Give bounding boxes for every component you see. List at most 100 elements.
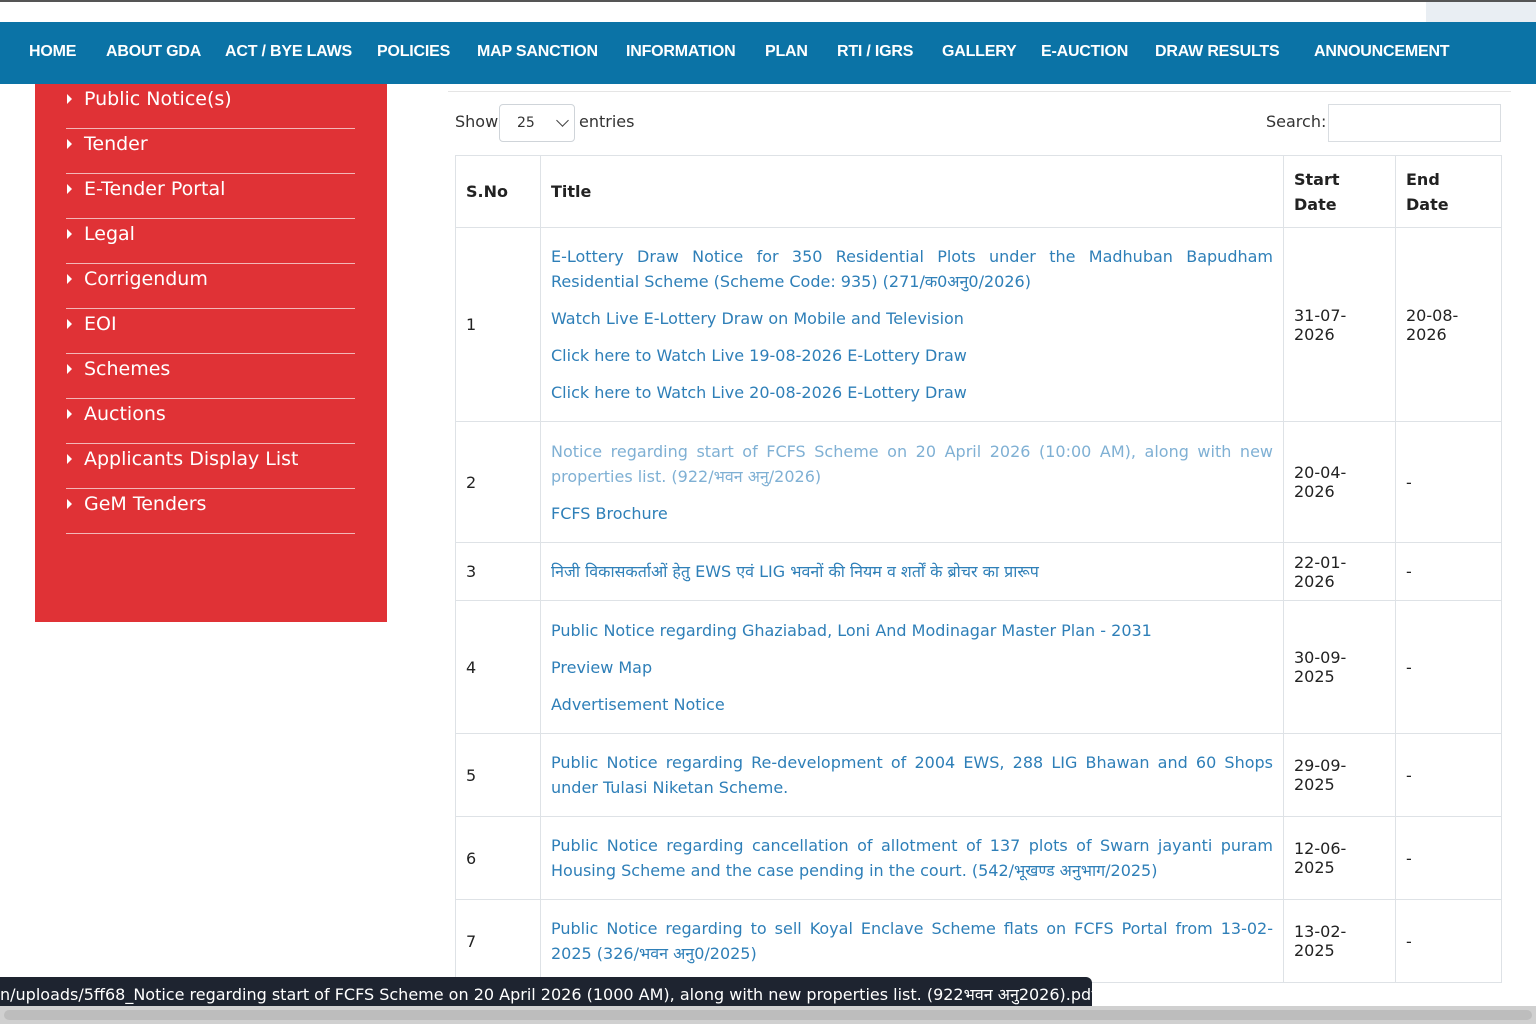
sidebar-item-label: Schemes: [84, 358, 171, 380]
start-date-cell: 12-06-2025: [1283, 816, 1396, 900]
notice-link[interactable]: Public Notice regarding cancellation of …: [551, 833, 1273, 883]
notice-link[interactable]: Watch Live E-Lottery Draw on Mobile and …: [551, 306, 1273, 331]
entries-value: 25: [517, 115, 535, 131]
end-date-cell: -: [1395, 542, 1502, 601]
sidebar-item-tender[interactable]: Tender: [66, 129, 355, 174]
caret-right-icon: [67, 184, 72, 194]
nav-home[interactable]: HOME: [29, 43, 76, 61]
search-input[interactable]: [1328, 104, 1501, 142]
sidebar-item-label: Legal: [84, 223, 135, 245]
sidebar-item-gem-tenders[interactable]: GeM Tenders: [66, 489, 355, 534]
sidebar-item-public-notices[interactable]: Public Notice(s): [66, 84, 355, 129]
end-date-cell: -: [1395, 816, 1502, 900]
end-date-cell: 20-08-2026: [1395, 227, 1502, 422]
nav-map-sanction[interactable]: MAP SANCTION: [477, 43, 598, 61]
sidebar-item-corrigendum[interactable]: Corrigendum: [66, 264, 355, 309]
title-cell: Public Notice regarding Ghaziabad, Loni …: [540, 600, 1284, 734]
table-row: 3 निजी विकासकर्ताओं हेतु EWS एवं LIG भवन…: [455, 542, 1502, 601]
notice-link[interactable]: Advertisement Notice: [551, 692, 1273, 717]
search-label: Search:: [1266, 112, 1327, 131]
nav-rti-igrs[interactable]: RTI / IGRS: [837, 43, 913, 61]
title-cell: Notice regarding start of FCFS Scheme on…: [540, 421, 1284, 543]
table-row: 6 Public Notice regarding cancellation o…: [455, 816, 1502, 900]
header-label: Start: [1294, 169, 1340, 189]
sidebar-item-label: Tender: [84, 133, 148, 155]
nav-announcement[interactable]: ANNOUNCEMENT: [1314, 43, 1450, 61]
sidebar-item-label: Corrigendum: [84, 268, 208, 290]
notice-link[interactable]: निजी विकासकर्ताओं हेतु EWS एवं LIG भवनों…: [551, 559, 1273, 584]
link-status-bar: n/uploads/5ff68_Notice regarding start o…: [0, 977, 1092, 1007]
sidebar: Public Notice(s) Tender E-Tender Portal …: [35, 84, 387, 622]
header-label: End: [1406, 169, 1440, 189]
title-cell: E-Lottery Draw Notice for 350 Residentia…: [540, 227, 1284, 422]
sidebar-item-e-tender-portal[interactable]: E-Tender Portal: [66, 174, 355, 219]
notice-link[interactable]: E-Lottery Draw Notice for 350 Residentia…: [551, 244, 1273, 294]
table-row: 1 E-Lottery Draw Notice for 350 Resident…: [455, 227, 1502, 422]
notice-link[interactable]: Preview Map: [551, 655, 1273, 680]
caret-right-icon: [67, 319, 72, 329]
sidebar-item-legal[interactable]: Legal: [66, 219, 355, 264]
content-divider: [448, 91, 1511, 92]
notice-link[interactable]: FCFS Brochure: [551, 501, 1273, 526]
col-header-sno[interactable]: S.No: [455, 155, 541, 228]
caret-right-icon: [67, 499, 72, 509]
horizontal-scrollbar[interactable]: [0, 1006, 1536, 1024]
sidebar-item-label: Public Notice(s): [84, 88, 232, 110]
col-header-start-date[interactable]: Start Date: [1283, 155, 1396, 228]
sidebar-item-label: E-Tender Portal: [84, 178, 226, 200]
nav-policies[interactable]: POLICIES: [377, 43, 450, 61]
sno-cell: 5: [455, 733, 541, 817]
table-row: 4 Public Notice regarding Ghaziabad, Lon…: [455, 600, 1502, 734]
caret-right-icon: [67, 94, 72, 104]
header-label: Title: [551, 182, 592, 201]
sidebar-item-schemes[interactable]: Schemes: [66, 354, 355, 399]
sidebar-item-eoi[interactable]: EOI: [66, 309, 355, 354]
sidebar-item-auctions[interactable]: Auctions: [66, 399, 355, 444]
sno-cell: 1: [455, 227, 541, 422]
table-row: 7 Public Notice regarding to sell Koyal …: [455, 899, 1502, 983]
col-header-title[interactable]: Title: [540, 155, 1284, 228]
nav-draw-results[interactable]: DRAW RESULTS: [1155, 43, 1280, 61]
header-label: Date: [1294, 194, 1337, 214]
start-date-cell: 20-04-2026: [1283, 421, 1396, 543]
notice-link[interactable]: Click here to Watch Live 20-08-2026 E-Lo…: [551, 380, 1273, 405]
notice-link[interactable]: Notice regarding start of FCFS Scheme on…: [551, 439, 1273, 489]
caret-right-icon: [67, 139, 72, 149]
caret-right-icon: [67, 409, 72, 419]
title-cell: निजी विकासकर्ताओं हेतु EWS एवं LIG भवनों…: [540, 542, 1284, 601]
title-cell: Public Notice regarding to sell Koyal En…: [540, 899, 1284, 983]
start-date-cell: 31-07-2026: [1283, 227, 1396, 422]
nav-act-bye-laws[interactable]: ACT / BYE LAWS: [225, 43, 352, 61]
title-cell: Public Notice regarding Re-development o…: [540, 733, 1284, 817]
caret-right-icon: [67, 229, 72, 239]
notices-table: S.No Title Start Date End Date 1 E-Lotte…: [455, 155, 1502, 983]
nav-about-gda[interactable]: ABOUT GDA: [106, 43, 201, 61]
start-date-cell: 30-09-2025: [1283, 600, 1396, 734]
end-date-cell: -: [1395, 733, 1502, 817]
sno-cell: 3: [455, 542, 541, 601]
header-label: S.No: [466, 182, 508, 201]
notice-link[interactable]: Public Notice regarding Re-development o…: [551, 750, 1273, 800]
sno-cell: 4: [455, 600, 541, 734]
start-date-cell: 29-09-2025: [1283, 733, 1396, 817]
sidebar-item-label: Auctions: [84, 403, 166, 425]
notice-link[interactable]: Public Notice regarding Ghaziabad, Loni …: [551, 618, 1273, 643]
sno-cell: 2: [455, 421, 541, 543]
sno-cell: 7: [455, 899, 541, 983]
scrollbar-thumb[interactable]: [4, 1010, 1532, 1020]
table-row: 2 Notice regarding start of FCFS Scheme …: [455, 421, 1502, 543]
notice-link[interactable]: Public Notice regarding to sell Koyal En…: [551, 916, 1273, 966]
chevron-down-icon: [556, 114, 569, 127]
notice-link[interactable]: Click here to Watch Live 19-08-2026 E-Lo…: [551, 343, 1273, 368]
col-header-end-date[interactable]: End Date: [1395, 155, 1502, 228]
show-label: Show: [455, 112, 499, 131]
end-date-cell: -: [1395, 600, 1502, 734]
sidebar-item-applicants-display-list[interactable]: Applicants Display List: [66, 444, 355, 489]
nav-information[interactable]: INFORMATION: [626, 43, 736, 61]
nav-e-auction[interactable]: E-AUCTION: [1041, 43, 1128, 61]
entries-select[interactable]: 25: [499, 104, 575, 142]
nav-plan[interactable]: PLAN: [765, 43, 808, 61]
table-row: 5 Public Notice regarding Re-development…: [455, 733, 1502, 817]
top-right-corner: [1426, 2, 1536, 22]
nav-gallery[interactable]: GALLERY: [942, 43, 1017, 61]
